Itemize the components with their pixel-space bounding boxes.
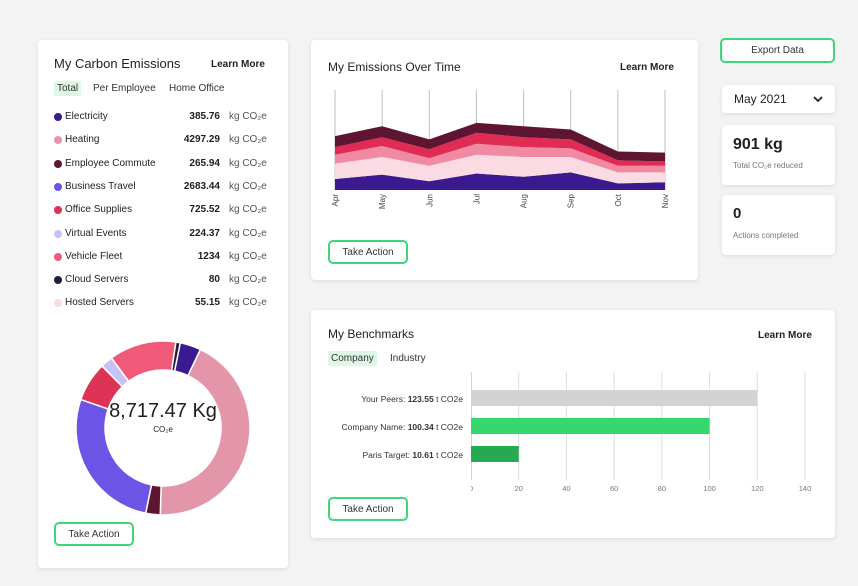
emission-row: Office Supplies 725.52 kg CO₂e (54, 202, 272, 218)
stat-card-reduced: 901 kg Total CO₂e reduced (722, 125, 835, 185)
emissions-title: My Carbon Emissions (54, 56, 181, 71)
emission-value: 80 (208, 274, 220, 286)
benchmarks-title: My Benchmarks (328, 327, 415, 341)
export-data-button[interactable]: Export Data (720, 38, 835, 63)
legend-dot (54, 252, 62, 261)
x-tick-label: Sep (567, 193, 576, 208)
benchmark-label-paris: Paris Target: 10.61 t CO2e (362, 450, 463, 460)
over-time-take-action-button[interactable]: Take Action (328, 240, 408, 264)
emission-row: Hosted Servers 55.15 kg CO₂e (54, 295, 272, 311)
emission-label: Hosted Servers (65, 297, 134, 309)
emission-unit: kg CO₂e (229, 180, 267, 192)
emission-value: 265.94 (189, 157, 220, 169)
emission-label: Employee Commute (65, 157, 156, 169)
month-select-value: May 2021 (734, 92, 787, 106)
emissions-area-chart: Apr May Jun Jul Aug Sep Oct Nov (331, 90, 670, 209)
emissions-over-time-card: My Emissions Over Time Learn More Apr May… (311, 40, 698, 280)
month-select[interactable]: May 2021 (722, 85, 835, 113)
emission-value: 725.52 (189, 204, 220, 216)
emission-value: 385.76 (189, 111, 220, 122)
over-time-title: My Emissions Over Time (328, 60, 461, 74)
x-tick-label: May (378, 194, 387, 209)
emission-unit: kg CO₂e (229, 250, 267, 262)
benchmarks-card: My Benchmarks Learn More Company Industr… (311, 310, 835, 538)
total-emissions: 8,717.47 Kg (109, 400, 217, 422)
legend-dot (54, 276, 62, 285)
emission-row: Electricity 385.76 kg CO₂e (54, 109, 272, 125)
emission-value: 2683.44 (183, 180, 220, 192)
tab-industry[interactable]: Industry (387, 351, 429, 366)
x-tick-label: 60 (610, 484, 618, 493)
benchmark-label-company: Company Name: 100.34 t CO2e (341, 422, 463, 432)
over-time-learn-more-link[interactable]: Learn More (620, 62, 674, 73)
stat-reduced-value: 901 kg (733, 136, 783, 153)
x-tick-label: 100 (703, 484, 716, 493)
emission-label: Heating (65, 134, 100, 146)
emission-label: Office Supplies (65, 204, 133, 216)
emission-unit: kg CO₂e (229, 204, 267, 216)
benchmark-bar (471, 390, 758, 406)
emission-value: 1234 (197, 250, 220, 262)
emission-label: Electricity (65, 111, 108, 122)
x-tick-label: Nov (661, 194, 670, 208)
legend-dot (54, 299, 62, 308)
emission-row: Vehicle Fleet 1234 kg CO₂e (54, 249, 272, 265)
emission-row: Virtual Events 224.37 kg CO₂e (54, 226, 272, 242)
emission-row: Business Travel 2683.44 kg CO₂e (54, 179, 272, 195)
emission-unit: kg CO₂e (229, 157, 267, 169)
emission-label: Business Travel (65, 180, 136, 192)
total-emissions-unit: CO₂e (153, 425, 173, 434)
x-tick-label: Aug (520, 194, 529, 208)
emission-value: 55.15 (194, 297, 220, 309)
tab-company[interactable]: Company (328, 351, 377, 366)
emission-label: Virtual Events (65, 227, 127, 239)
emission-label: Vehicle Fleet (65, 250, 123, 262)
tab-home-office[interactable]: Home Office (166, 81, 227, 96)
tab-per-employee[interactable]: Per Employee (90, 81, 159, 96)
chevron-down-icon (813, 95, 823, 102)
stat-actions-label: Actions completed (733, 231, 799, 240)
x-tick-label: Jul (472, 194, 481, 204)
benchmarks-bar-chart: 0 20 40 60 80 100 120 140 (471, 372, 812, 493)
emission-row: Employee Commute 265.94 kg CO₂e (54, 156, 272, 172)
legend-dot (54, 159, 62, 168)
emission-unit: kg CO₂e (229, 274, 267, 286)
benchmark-label-peers: Your Peers: 123.55 t CO2e (361, 394, 463, 404)
benchmark-bar (471, 446, 519, 462)
emission-label: Cloud Servers (65, 274, 129, 286)
emission-value: 224.37 (189, 227, 220, 239)
x-tick-label: 0 (471, 484, 473, 493)
legend-dot (54, 136, 62, 145)
legend-dot (54, 206, 62, 215)
benchmarks-take-action-button[interactable]: Take Action (328, 497, 408, 521)
emission-unit: kg CO₂e (229, 227, 267, 239)
emission-unit: kg CO₂e (229, 111, 267, 122)
emissions-learn-more-link[interactable]: Learn More (211, 59, 265, 70)
legend-dot (54, 113, 62, 121)
emission-row: Heating 4297.29 kg CO₂e (54, 132, 272, 148)
emission-unit: kg CO₂e (229, 297, 267, 309)
benchmark-bar (471, 418, 710, 434)
emission-value: 4297.29 (183, 134, 220, 146)
legend-dot (54, 182, 62, 191)
benchmarks-learn-more-link[interactable]: Learn More (758, 330, 812, 341)
stat-reduced-label: Total CO₂e reduced (733, 161, 803, 170)
emissions-take-action-button[interactable]: Take Action (54, 522, 134, 546)
emission-unit: kg CO₂e (229, 134, 267, 146)
x-tick-label: 80 (658, 484, 666, 493)
x-tick-label: Oct (614, 193, 623, 206)
stat-actions-value: 0 (733, 205, 742, 222)
x-tick-label: Apr (331, 194, 340, 207)
emissions-card: My Carbon Emissions Learn More Total Per… (38, 40, 288, 568)
x-tick-label: 140 (799, 484, 812, 493)
x-tick-label: 120 (751, 484, 764, 493)
tab-total[interactable]: Total (54, 81, 82, 96)
stat-card-actions: 0 Actions completed (722, 195, 835, 255)
legend-dot (54, 229, 62, 238)
x-tick-label: Jun (425, 194, 434, 207)
x-tick-label: 20 (515, 484, 523, 493)
donut-center: 8,717.47 Kg CO₂e (98, 400, 228, 434)
x-tick-label: 40 (562, 484, 570, 493)
emission-row: Cloud Servers 80 kg CO₂e (54, 272, 272, 288)
